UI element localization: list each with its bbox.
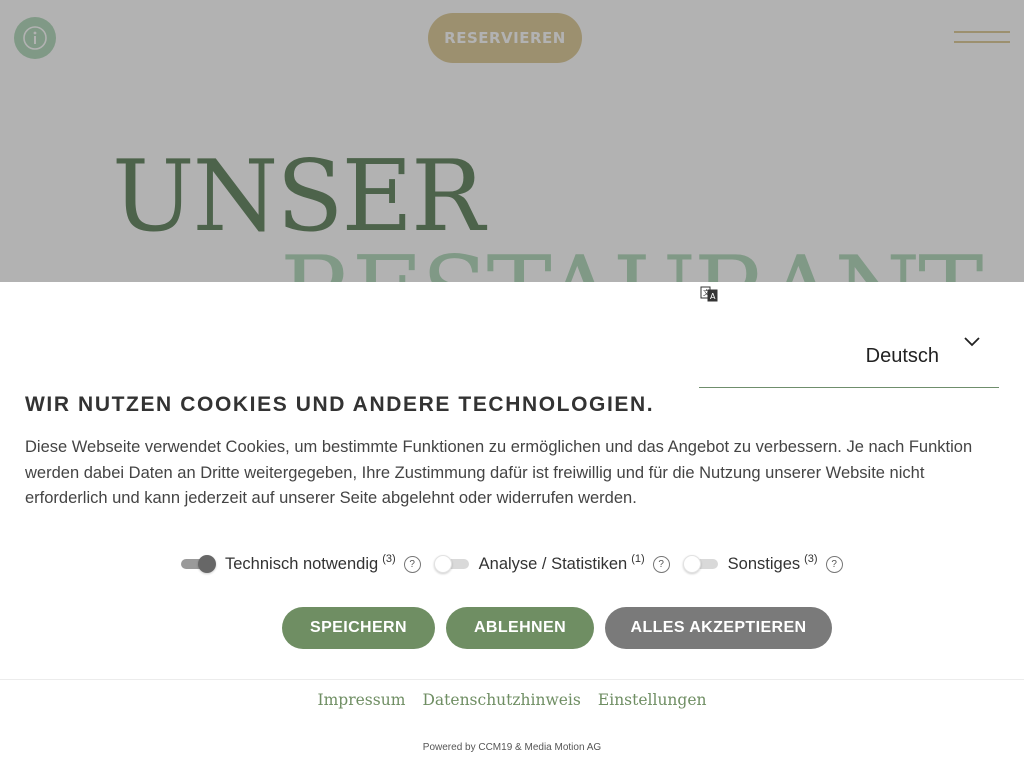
translate-icon: 文 A	[700, 286, 718, 302]
language-select[interactable]: Deutsch	[699, 326, 999, 388]
technical-toggle-switch[interactable]	[181, 555, 216, 573]
toggle-label: Technisch notwendig	[225, 554, 379, 573]
help-icon[interactable]: ?	[403, 555, 421, 573]
powered-by-text: Powered by CCM19 & Media Motion AG	[422, 742, 602, 753]
settings-link[interactable]: Einstellungen	[598, 691, 707, 709]
consent-toggles: Technisch notwendig (3) ? Analyse / Stat…	[181, 553, 857, 575]
svg-text:文: 文	[703, 288, 710, 297]
help-icon[interactable]: ?	[652, 555, 670, 573]
toggle-label: Analyse / Statistiken	[478, 554, 628, 573]
imprint-link[interactable]: Impressum	[317, 691, 405, 709]
cookie-banner-text: Diese Webseite verwendet Cookies, um bes…	[25, 438, 973, 507]
toggle-technical: Technisch notwendig (3) ?	[181, 553, 421, 574]
footer-divider	[0, 679, 1024, 680]
language-select-value: Deutsch	[865, 345, 939, 367]
toggle-count: (3)	[804, 553, 818, 565]
toggle-label: Sonstiges	[727, 554, 801, 573]
accept-all-button[interactable]: ALLES AKZEPTIEREN	[605, 607, 832, 649]
other-toggle-switch[interactable]	[682, 555, 718, 573]
privacy-link[interactable]: Datenschutzhinweis	[423, 691, 581, 709]
help-icon[interactable]: ?	[825, 555, 843, 573]
cookie-banner: 文 A Deutsch WIR NUTZEN COOKIES UND ANDER…	[0, 282, 1024, 768]
footer-links: Impressum Datenschutzhinweis Einstellung…	[0, 690, 1024, 709]
toggle-count: (1)	[631, 553, 645, 565]
analytics-toggle-switch[interactable]	[433, 555, 469, 573]
toggle-other: Sonstiges (3) ?	[682, 553, 843, 574]
save-button[interactable]: SPEICHERN	[282, 607, 435, 649]
toggle-analytics: Analyse / Statistiken (1) ?	[433, 553, 670, 574]
chevron-down-icon	[964, 337, 980, 347]
cookie-banner-title: WIR NUTZEN COOKIES UND ANDERE TECHNOLOGI…	[25, 393, 655, 416]
cookie-actions: SPEICHERN ABLEHNEN ALLES AKZEPTIEREN	[282, 607, 843, 649]
svg-text:A: A	[710, 292, 716, 301]
toggle-count: (3)	[382, 553, 396, 565]
decline-button[interactable]: ABLEHNEN	[446, 607, 594, 649]
